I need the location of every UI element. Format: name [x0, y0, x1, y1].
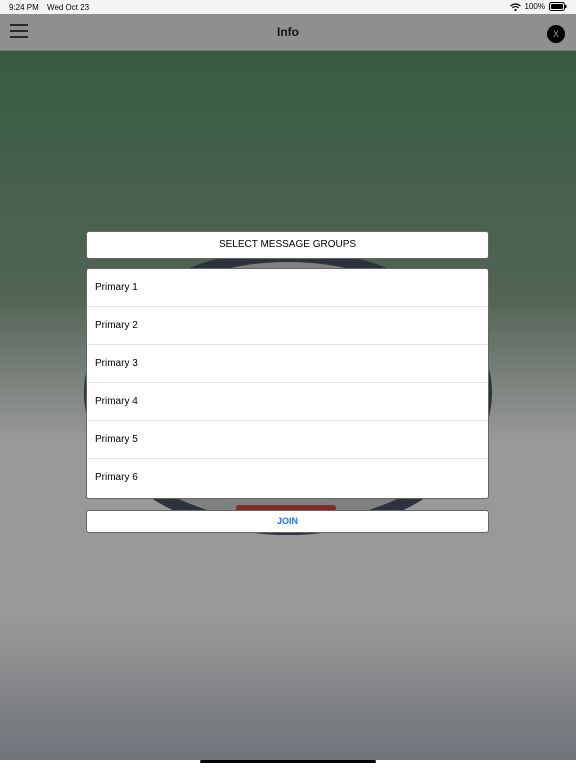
group-item-primary-6[interactable]: Primary 6: [87, 459, 488, 497]
battery-percent: 100%: [524, 2, 545, 11]
status-left: 9:24 PM Wed Oct 23: [9, 3, 95, 12]
battery-icon: [549, 2, 567, 11]
status-right: 100%: [509, 2, 567, 11]
status-bar: 9:24 PM Wed Oct 23 100%: [0, 0, 576, 14]
dialog-header: SELECT MESSAGE GROUPS: [86, 231, 489, 259]
wifi-icon: [509, 2, 521, 11]
home-indicator[interactable]: [200, 760, 376, 763]
group-item-primary-1[interactable]: Primary 1: [87, 269, 488, 307]
join-button[interactable]: JOIN: [86, 510, 489, 533]
group-item-primary-2[interactable]: Primary 2: [87, 307, 488, 345]
group-item-primary-5[interactable]: Primary 5: [87, 421, 488, 459]
status-time: 9:24 PM: [9, 3, 39, 12]
group-item-primary-3[interactable]: Primary 3: [87, 345, 488, 383]
message-groups-list: Primary 1 Primary 2 Primary 3 Primary 4 …: [86, 268, 489, 499]
group-item-primary-4[interactable]: Primary 4: [87, 383, 488, 421]
status-date: Wed Oct 23: [47, 3, 90, 12]
